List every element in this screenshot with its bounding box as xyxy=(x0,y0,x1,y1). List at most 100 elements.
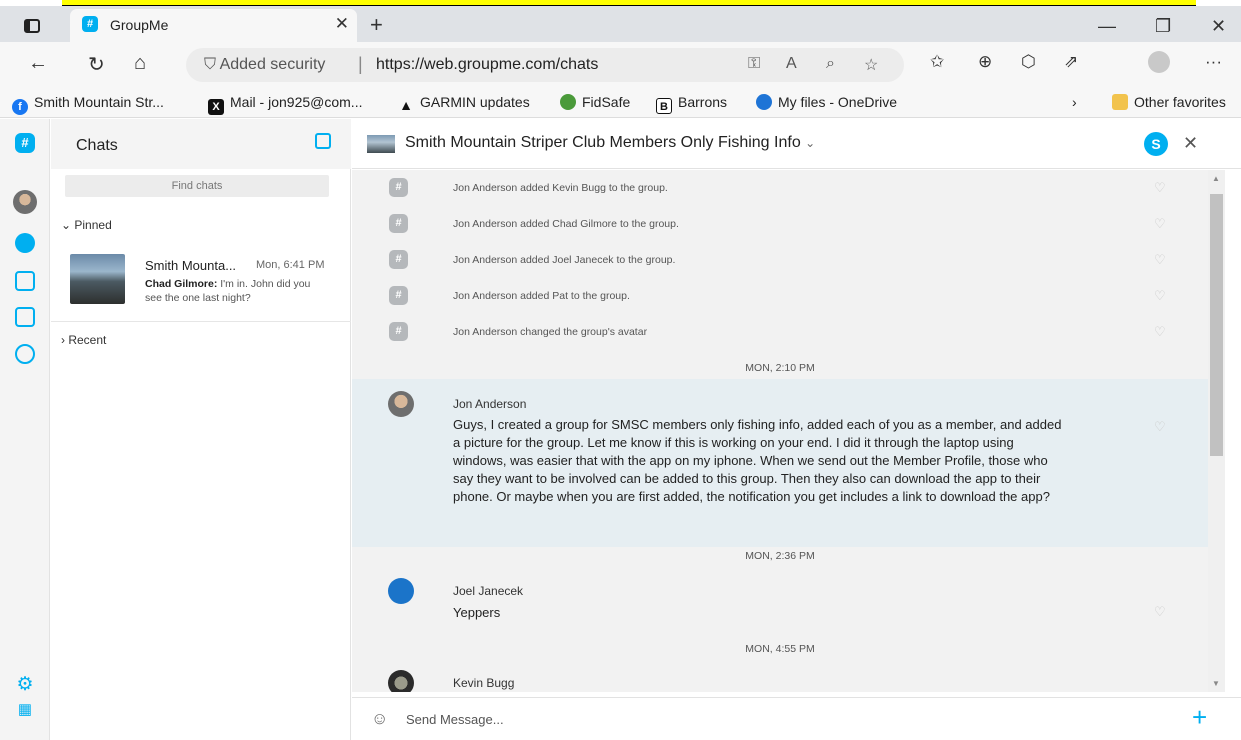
author-avatar[interactable] xyxy=(388,670,414,692)
contacts-icon[interactable] xyxy=(15,271,35,291)
refresh-icon[interactable]: ↻ xyxy=(88,52,105,77)
key-icon[interactable]: ⚿ xyxy=(748,55,760,73)
chat-list-title: Chats xyxy=(76,137,118,154)
message-input[interactable]: Send Message... xyxy=(406,712,504,727)
discover-icon[interactable] xyxy=(15,344,35,364)
message-item[interactable]: Kevin Bugg xyxy=(352,664,1208,692)
chat-time: Mon, 6:41 PM xyxy=(256,259,325,271)
favorite-label: FidSafe xyxy=(582,94,631,110)
share-icon[interactable]: ⇗ xyxy=(1064,52,1078,72)
url-text[interactable]: https://web.groupme.com/chats xyxy=(376,56,598,74)
feed-scrollbar[interactable]: ▲ ▼ xyxy=(1208,170,1225,692)
minimize-icon[interactable]: — xyxy=(1098,16,1116,37)
message-author[interactable]: Kevin Bugg xyxy=(453,676,514,690)
tab-title: GroupMe xyxy=(110,17,169,33)
system-message: # Jon Anderson added Joel Janecek to the… xyxy=(352,242,1208,278)
like-heart-icon[interactable]: ♡ xyxy=(1154,252,1166,268)
group-name[interactable]: Smith Mountain Striper Club Members Only… xyxy=(405,134,815,152)
message-item[interactable]: Jon Anderson Guys, I created a group for… xyxy=(352,379,1208,547)
like-heart-icon[interactable]: ♡ xyxy=(1154,419,1166,435)
tab-close-icon[interactable]: ✕ xyxy=(335,14,349,34)
back-icon[interactable]: ← xyxy=(28,52,48,75)
favorite-garmin[interactable]: ▲ GARMIN updates xyxy=(398,94,530,113)
add-favorite-icon[interactable]: ☆ xyxy=(864,55,878,75)
author-avatar[interactable] xyxy=(388,391,414,417)
favorite-mail[interactable]: X Mail - jon925@com... xyxy=(208,94,362,115)
scroll-thumb[interactable] xyxy=(1210,194,1223,456)
x-icon: X xyxy=(208,99,224,115)
message-author[interactable]: Jon Anderson xyxy=(453,397,526,411)
system-message-text: Jon Anderson added Joel Janecek to the g… xyxy=(453,254,676,266)
collections-icon[interactable]: ⊕ xyxy=(978,52,992,72)
new-chat-icon[interactable] xyxy=(315,133,331,149)
favorite-label: Barrons xyxy=(678,94,728,110)
message-item[interactable]: Joel Janecek Yeppers ♡ xyxy=(352,570,1208,640)
favorite-barrons[interactable]: B Barrons xyxy=(656,94,727,114)
timestamp-divider: MON, 2:10 PM xyxy=(745,362,815,374)
more-icon[interactable]: ··· xyxy=(1205,52,1222,72)
chat-thumbnail xyxy=(70,254,125,304)
message-text: Yeppers xyxy=(453,605,501,620)
qr-code-icon[interactable]: ▦ xyxy=(15,700,35,720)
chats-icon[interactable] xyxy=(15,233,35,253)
favorite-fidsafe[interactable]: FidSafe xyxy=(560,94,630,110)
message-feed: # Jon Anderson added Kevin Bugg to the g… xyxy=(352,170,1208,692)
chat-header: Smith Mountain Striper Club Members Only… xyxy=(352,119,1241,169)
skype-icon[interactable]: S xyxy=(1144,132,1168,156)
recent-label-wrap: › Recent xyxy=(61,333,107,347)
settings-icon[interactable]: ⚙ xyxy=(15,673,35,695)
read-aloud-icon[interactable]: A xyxy=(786,55,797,73)
find-chats-input[interactable]: Find chats xyxy=(65,175,329,197)
favorite-label: My files - OneDrive xyxy=(778,94,898,110)
favorite-other[interactable]: Other favorites xyxy=(1112,94,1226,110)
address-bar[interactable]: ⛉ Added security | https://web.groupme.c… xyxy=(186,48,904,82)
message-text: Guys, I created a group for SMSC members… xyxy=(453,417,1062,504)
favorite-label: Other favorites xyxy=(1134,94,1226,110)
security-indicator[interactable]: ⛉ Added security xyxy=(204,56,325,74)
groupme-logo-icon[interactable]: # xyxy=(15,133,35,153)
tab-actions-icon[interactable] xyxy=(24,19,40,33)
profile-avatar[interactable] xyxy=(1148,51,1170,73)
favorite-label: Mail - jon925@com... xyxy=(230,94,363,110)
favorite-onedrive[interactable]: My files - OneDrive xyxy=(756,94,897,110)
like-heart-icon[interactable]: ♡ xyxy=(1154,216,1166,232)
my-avatar[interactable] xyxy=(13,190,37,214)
favorites-overflow-icon[interactable]: › xyxy=(1072,94,1077,110)
extensions-icon[interactable]: ⬡ xyxy=(1021,52,1036,72)
archive-icon[interactable] xyxy=(15,307,35,327)
favorite-label: GARMIN updates xyxy=(420,94,530,110)
emoji-icon[interactable]: ☺ xyxy=(371,709,388,729)
like-heart-icon[interactable]: ♡ xyxy=(1154,324,1166,340)
fidsafe-icon xyxy=(560,94,576,110)
author-avatar[interactable] xyxy=(388,578,414,604)
zoom-icon[interactable]: ⌕ xyxy=(826,55,835,73)
pinned-chat-item[interactable]: Smith Mounta... Mon, 6:41 PM Chad Gilmor… xyxy=(51,244,351,322)
message-author[interactable]: Joel Janecek xyxy=(453,584,523,598)
recent-section-toggle[interactable]: › Recent xyxy=(51,322,351,356)
home-icon[interactable]: ⌂ xyxy=(134,52,146,75)
security-label: Added security xyxy=(219,56,326,73)
scroll-down-icon[interactable]: ▼ xyxy=(1212,679,1220,688)
restore-icon[interactable]: ❐ xyxy=(1155,16,1171,37)
scroll-up-icon[interactable]: ▲ xyxy=(1212,174,1220,183)
chat-list-panel: Chats Find chats ⌄ Pinned Smith Mounta..… xyxy=(51,119,351,740)
like-heart-icon[interactable]: ♡ xyxy=(1154,604,1166,620)
window-close-icon[interactable]: ✕ xyxy=(1211,16,1226,37)
system-message: # Jon Anderson changed the group's avata… xyxy=(352,314,1208,350)
attach-plus-icon[interactable]: + xyxy=(1192,702,1207,733)
tab-groupme[interactable]: # GroupMe ✕ xyxy=(70,9,357,42)
garmin-icon: ▲ xyxy=(399,97,413,113)
groupme-favicon-icon: # xyxy=(82,16,98,32)
close-chat-icon[interactable]: ✕ xyxy=(1183,133,1198,154)
like-heart-icon[interactable]: ♡ xyxy=(1154,288,1166,304)
like-heart-icon[interactable]: ♡ xyxy=(1154,180,1166,196)
system-message: # Jon Anderson added Pat to the group. ♡ xyxy=(352,278,1208,314)
favorites-bar: f Smith Mountain Str... X Mail - jon925@co… xyxy=(0,88,1241,118)
favorites-icon[interactable]: ✩ xyxy=(930,52,944,72)
address-toolbar: ← ↻ ⌂ ⛉ Added security | https://web.gro… xyxy=(0,42,1241,88)
system-message: # Jon Anderson added Kevin Bugg to the g… xyxy=(352,170,1208,206)
new-tab-icon[interactable]: + xyxy=(370,12,383,38)
group-avatar[interactable] xyxy=(367,135,395,153)
pinned-section-toggle[interactable]: ⌄ Pinned xyxy=(61,218,112,232)
favorite-smith-mountain[interactable]: f Smith Mountain Str... xyxy=(12,94,164,115)
